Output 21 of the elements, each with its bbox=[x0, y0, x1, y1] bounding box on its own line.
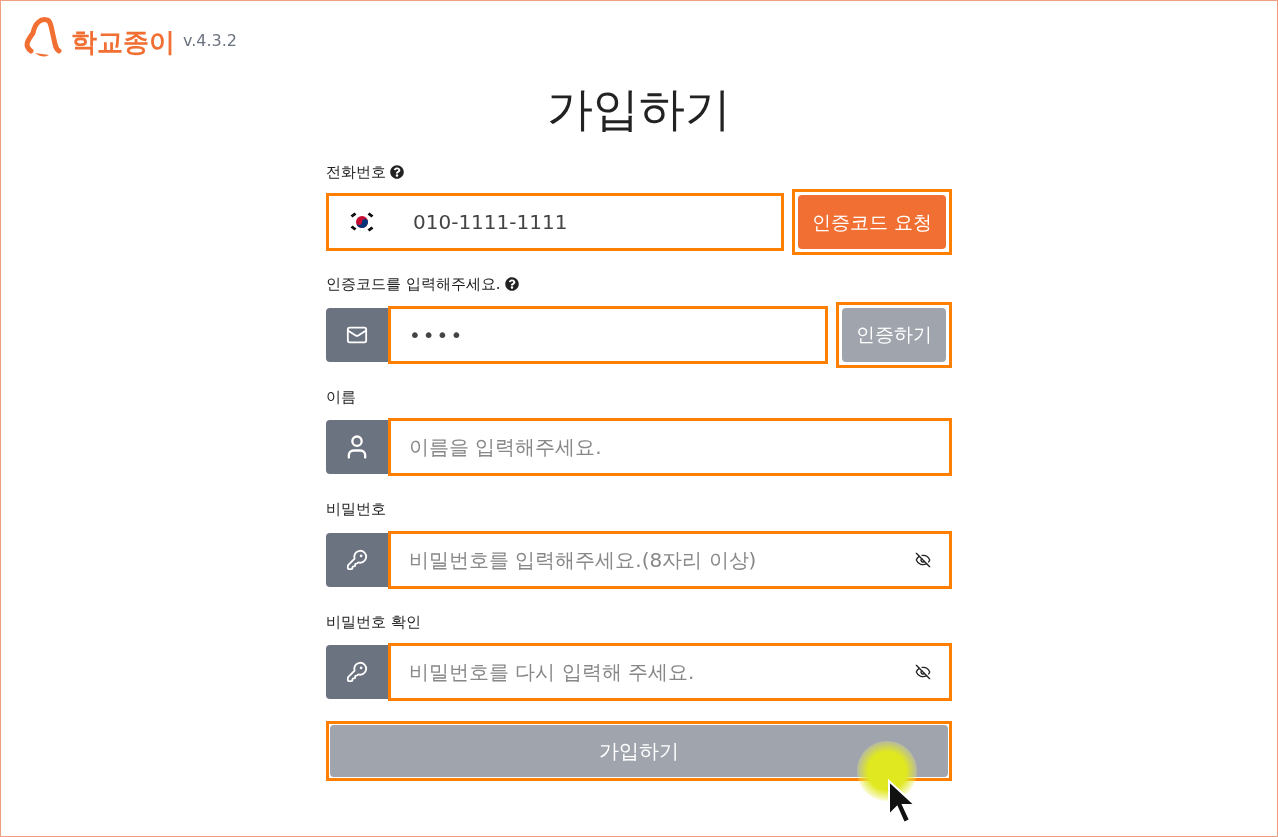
verify-button[interactable]: 인증코드 요청 bbox=[797, 195, 946, 249]
key-icon bbox=[346, 548, 368, 571]
page-title: 가입하기 bbox=[546, 81, 732, 138]
input-field[interactable]: 비밀번호를 다시 입력해 주세요. bbox=[388, 643, 952, 701]
help-icon[interactable] bbox=[390, 164, 404, 179]
field-label: 이름 bbox=[326, 386, 356, 408]
field-label: 인증코드를 입력해주세요. bbox=[326, 274, 501, 295]
flag-icon bbox=[349, 211, 375, 233]
input-field[interactable]: •••• bbox=[388, 305, 828, 364]
logo-text: 학교종이 bbox=[71, 29, 175, 55]
help-icon[interactable] bbox=[504, 277, 519, 292]
field-label: 비밀번호 확인 bbox=[326, 611, 421, 633]
field-label: 비밀번호 bbox=[326, 499, 386, 520]
version-text: v.4.3.2 bbox=[183, 30, 238, 52]
eye-off-icon[interactable] bbox=[915, 664, 931, 680]
eye-off-icon[interactable] bbox=[915, 551, 931, 568]
input-field[interactable]: 이름을 입력해주세요. bbox=[388, 418, 952, 476]
key-icon bbox=[346, 661, 368, 683]
input-field[interactable]: 비밀번호를 입력해주세요.(8자리 이상) bbox=[388, 530, 952, 589]
phone-input[interactable]: 010-1111-1111 bbox=[326, 193, 784, 251]
field-label: 전화번호 bbox=[326, 161, 386, 183]
